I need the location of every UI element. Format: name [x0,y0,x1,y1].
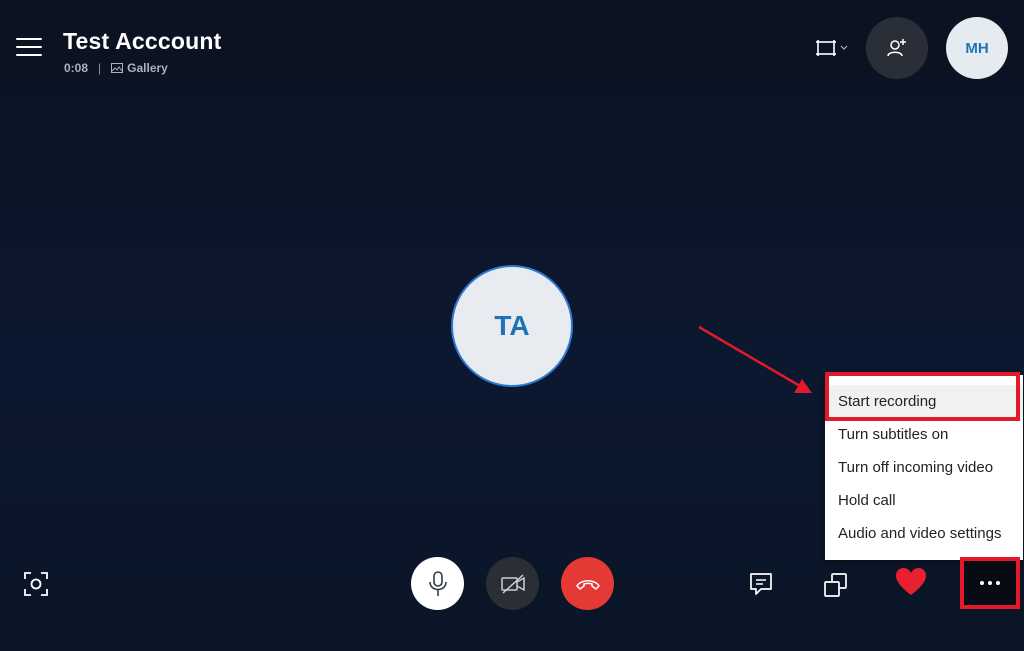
menu-item-audio-video-settings[interactable]: Audio and video settings [825,517,1023,550]
hang-up-icon [575,579,600,590]
screenshot-icon [24,572,48,596]
gallery-icon [111,63,124,73]
more-options-icon [980,581,1000,585]
my-avatar[interactable]: MH [946,17,1008,79]
more-options-button[interactable] [960,557,1020,609]
mute-button[interactable] [411,557,464,610]
frame-icon [816,40,836,56]
screenshot-button[interactable] [23,571,49,597]
call-title: Test Acccount [63,28,222,54]
add-person-icon [887,39,906,57]
heart-icon [896,568,926,595]
add-people-button[interactable] [866,17,928,79]
menu-item-turn-subtitles-on[interactable]: Turn subtitles on [825,418,1023,451]
share-screen-icon [824,573,847,597]
status-separator: | [98,61,102,75]
view-mode[interactable]: Gallery [111,61,168,75]
video-off-icon [500,573,525,594]
reactions-button[interactable] [895,567,927,597]
participant-avatar: TA [451,265,573,387]
annotation-arrow-icon [698,325,812,393]
end-call-button[interactable] [561,557,614,610]
view-switch-button[interactable] [815,37,853,59]
menu-item-hold-call[interactable]: Hold call [825,484,1023,517]
call-status: 0:08 | Gallery [64,61,168,75]
more-options-menu: Start recording Turn subtitles on Turn o… [825,375,1023,560]
menu-icon[interactable] [16,38,42,60]
chat-icon [750,573,772,595]
call-duration: 0:08 [64,61,89,75]
menu-item-start-recording[interactable]: Start recording [825,385,1023,418]
share-screen-button[interactable] [822,571,850,599]
microphone-icon [428,570,447,596]
chat-button[interactable] [747,570,775,598]
view-mode-label: Gallery [127,61,168,75]
menu-item-turn-off-incoming-video[interactable]: Turn off incoming video [825,451,1023,484]
chevron-down-icon [840,45,848,50]
video-toggle-button[interactable] [486,557,539,610]
